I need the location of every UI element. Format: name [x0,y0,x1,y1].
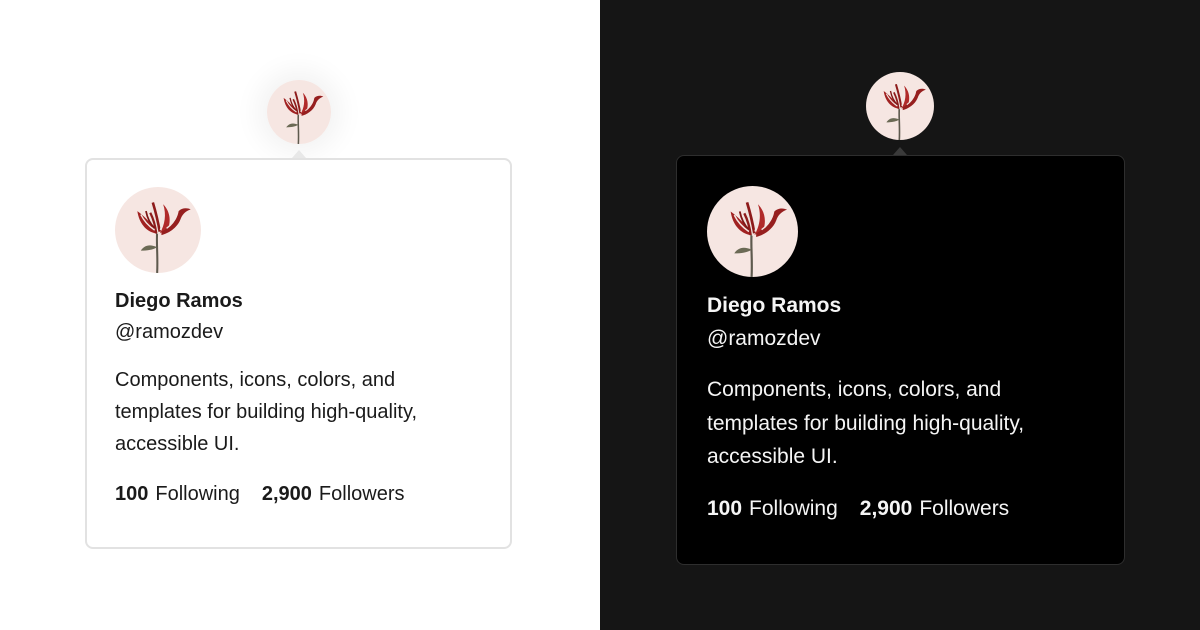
followers-count: 2,900 [261,483,312,505]
page: Diego Ramos @ramozdev Components, icons,… [0,0,1200,630]
followers-label: Followers [919,496,1010,520]
following-label: Following [155,483,240,505]
followers-stat: 2,900 Followers [860,497,1009,521]
profile-name: Diego Ramos [115,290,243,312]
following-count: 100 [707,496,743,520]
popover-arrow [292,150,306,158]
avatar-trigger[interactable] [866,72,934,140]
profile-handle: @ramozdev [115,321,224,343]
profile-stats: 100 Following 2,900 Followers [115,483,482,506]
profile-name: Diego Ramos [707,294,842,317]
profile-avatar [115,187,201,273]
hover-card: Diego Ramos @ramozdev Components, icons,… [85,158,512,549]
tulip-avatar-image [267,80,331,144]
following-label: Following [749,496,838,520]
profile-bio: Components, icons, colors, and templates… [115,369,418,455]
profile-avatar [707,186,798,277]
popover-arrow [893,147,907,155]
following-stat: 100 Following [115,483,240,506]
tulip-avatar-image [115,187,201,273]
followers-stat: 2,900 Followers [262,483,405,506]
tulip-avatar-image [866,72,934,140]
hover-card: Diego Ramos @ramozdev Components, icons,… [676,155,1125,565]
followers-label: Followers [318,483,405,505]
profile-bio: Components, icons, colors, and templates… [707,378,1025,469]
light-theme-panel: Diego Ramos @ramozdev Components, icons,… [0,0,600,630]
profile-handle: @ramozdev [707,327,821,350]
following-stat: 100 Following [707,497,838,521]
following-count: 100 [115,483,149,505]
profile-stats: 100 Following 2,900 Followers [707,497,1094,521]
avatar-trigger[interactable] [267,80,331,144]
tulip-avatar-image [707,186,798,277]
followers-count: 2,900 [859,496,913,520]
dark-theme-panel: Diego Ramos @ramozdev Components, icons,… [600,0,1200,630]
